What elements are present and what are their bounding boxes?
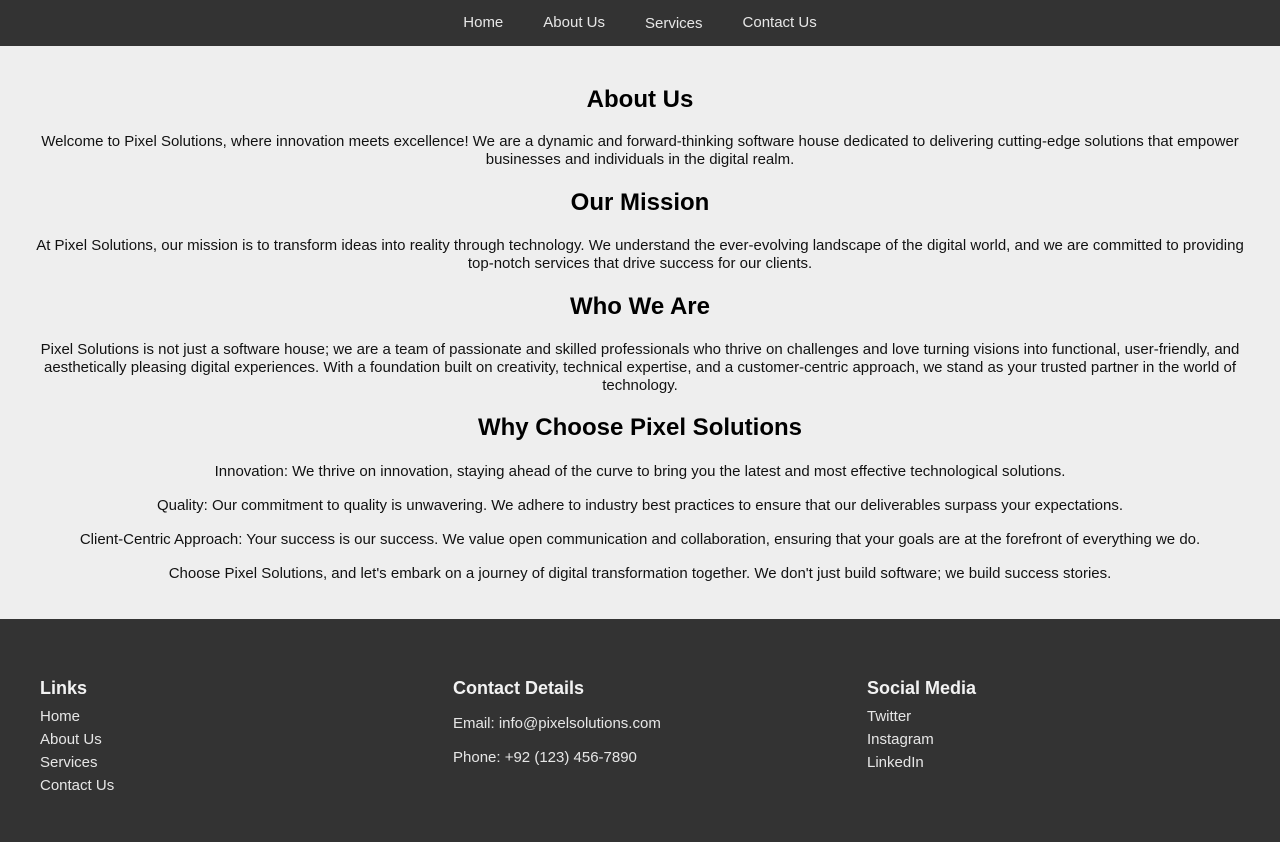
footer-social-heading: Social Media [867,678,977,698]
list-item: LinkedIn [867,751,1247,774]
social-link-linkedin[interactable]: LinkedIn [867,754,924,771]
main-content: About Us Welcome to Pixel Solutions, whe… [0,46,1280,619]
nav-link-home[interactable]: Home [463,0,503,32]
footer-link-about-us[interactable]: About Us [40,731,102,748]
about-us-paragraph: Welcome to Pixel Solutions, where innova… [41,133,1239,168]
why-point-client-centric: Client-Centric Approach: Your success is… [79,531,1201,548]
nav-link-contact-us[interactable]: Contact Us [743,0,817,32]
social-link-instagram[interactable]: Instagram [867,731,934,748]
nav-link-services[interactable]: Services [645,0,703,33]
about-us-heading: About Us [586,86,694,113]
footer-contact-column: Contact Details Email: info@pixelsolutio… [453,677,833,767]
footer-social-column: Social Media Twitter Instagram LinkedIn [867,677,1247,774]
our-mission-heading: Our Mission [570,189,710,216]
contact-email: Email: info@pixelsolutions.com [453,715,661,732]
why-closing-statement: Choose Pixel Solutions, and let's embark… [168,565,1112,582]
footer-links-heading: Links [40,678,88,698]
footer-social-list: Twitter Instagram LinkedIn [867,705,1247,774]
top-navigation: Home About Us Services Contact Us [0,0,1280,46]
list-item: Services [40,751,420,774]
footer-links-column: Links Home About Us Services Contact Us [40,677,420,797]
why-choose-heading: Why Choose Pixel Solutions [477,414,803,441]
who-we-are-paragraph: Pixel Solutions is not just a software h… [40,341,1240,394]
list-item: Contact Us [40,774,420,797]
list-item: About Us [40,728,420,751]
who-we-are-heading: Who We Are [569,293,710,320]
list-item: Twitter [867,705,1247,728]
why-point-quality: Quality: Our commitment to quality is un… [156,497,1124,514]
footer-link-home[interactable]: Home [40,708,80,725]
our-mission-paragraph: At Pixel Solutions, our mission is to tr… [36,237,1244,272]
list-item: Home [40,705,420,728]
nav-link-about-us[interactable]: About Us [543,0,605,32]
social-link-twitter[interactable]: Twitter [867,708,911,725]
footer-links-list: Home About Us Services Contact Us [40,705,420,797]
why-point-innovation: Innovation: We thrive on innovation, sta… [214,463,1066,480]
footer-link-services[interactable]: Services [40,754,98,771]
list-item: Instagram [867,728,1247,751]
footer-contact-heading: Contact Details [453,678,585,698]
site-footer: Links Home About Us Services Contact Us … [0,619,1280,842]
footer-link-contact-us[interactable]: Contact Us [40,777,114,794]
contact-phone: Phone: +92 (123) 456-7890 [453,749,637,766]
